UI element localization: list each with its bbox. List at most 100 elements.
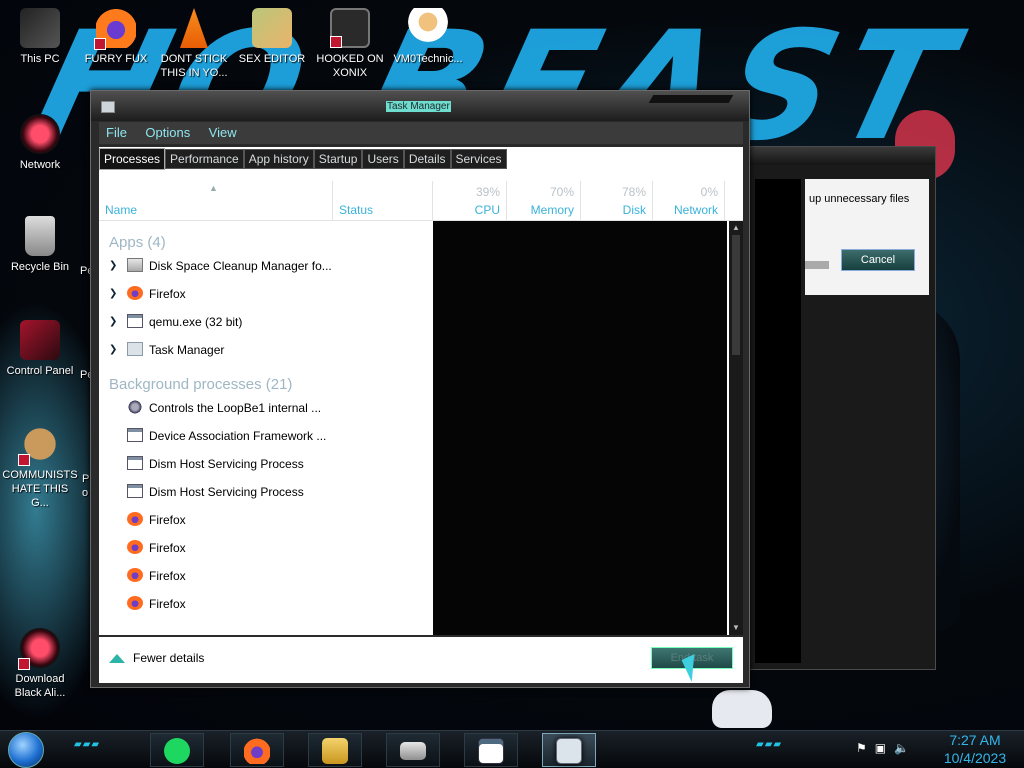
desktop-icon-label: FURRY FUX xyxy=(84,53,148,65)
desktop-icon-network[interactable]: Network xyxy=(2,114,78,172)
desktop-icon-control-panel[interactable]: Control Panel xyxy=(2,320,78,378)
tab-details[interactable]: Details xyxy=(403,149,451,169)
column-name[interactable]: ▲ Name xyxy=(99,181,333,221)
money-bag-icon xyxy=(18,424,60,466)
taskbar-qemu[interactable] xyxy=(464,733,518,767)
window-app-icon xyxy=(127,428,143,442)
tab-startup[interactable]: Startup xyxy=(313,149,363,169)
desktop-icon-hooked-on-xonix[interactable]: HOOKED ON XONIX xyxy=(312,8,388,80)
taskbar-firefox[interactable] xyxy=(230,733,284,767)
taskbar-notes[interactable] xyxy=(150,733,204,767)
volume-icon[interactable]: 🔈 xyxy=(894,741,909,755)
task-manager-titlebar[interactable]: Task Manager xyxy=(91,91,749,121)
desktop-icon-sex-editor[interactable]: SEX EDITOR xyxy=(234,8,310,66)
desktop-icon-vm0technic[interactable]: VM0Technic... xyxy=(390,8,466,66)
desktop-icon-label: DONT STICK THIS IN YO... xyxy=(160,53,228,79)
process-name: Firefox xyxy=(149,597,186,611)
task-manager-window: Task Manager File Options View Processes… xyxy=(90,90,750,688)
desktop-icon-furry-fux[interactable]: FURRY FUX xyxy=(78,8,154,66)
tab-processes[interactable]: Processes xyxy=(99,148,166,170)
column-network[interactable]: 0% Network xyxy=(653,181,725,221)
column-disk-label: Disk xyxy=(622,203,646,217)
process-name: Firefox xyxy=(149,287,186,301)
disk-cleanup-icon xyxy=(127,258,143,272)
disk-percent: 78% xyxy=(621,185,646,199)
firefox-icon xyxy=(127,286,143,300)
firefox-icon xyxy=(244,738,270,764)
column-cpu[interactable]: 39% CPU xyxy=(433,181,507,221)
taskbar-clock[interactable]: 7:27 AM 10/4/2023 xyxy=(934,731,1016,767)
taskbar: ▰▰▰ ▰▰▰ ⚑ ▣ 🔈 7:27 AM 10/4/2023 xyxy=(0,730,1024,768)
folder-icon xyxy=(322,738,348,764)
expand-chevron-icon[interactable]: ❯ xyxy=(109,316,117,327)
scroll-down-icon[interactable]: ▼ xyxy=(731,623,741,633)
loopbe-icon xyxy=(127,400,143,414)
fewer-details-link[interactable]: Fewer details xyxy=(109,651,204,665)
flag-icon[interactable]: ⚑ xyxy=(856,741,867,755)
expand-chevron-icon[interactable]: ❯ xyxy=(109,260,117,271)
tab-app-history[interactable]: App history xyxy=(243,149,314,169)
cancel-button[interactable]: Cancel xyxy=(841,249,915,271)
desktop-icon-download[interactable]: Download Black Ali... xyxy=(2,628,78,700)
window-app-icon xyxy=(127,314,143,328)
menu-bar: File Options View xyxy=(99,122,743,144)
tab-services[interactable]: Services xyxy=(450,149,507,169)
vlc-cone-icon xyxy=(180,8,208,48)
clock-date: 10/4/2023 xyxy=(943,750,1007,766)
network-status-icon[interactable]: ▣ xyxy=(875,741,886,755)
network-percent: 0% xyxy=(700,185,718,199)
window-app-icon xyxy=(127,484,143,498)
tab-performance[interactable]: Performance xyxy=(165,149,244,169)
process-name: Dism Host Servicing Process xyxy=(149,485,304,499)
xonix-icon xyxy=(330,8,370,48)
taskbar-disk-cleanup[interactable] xyxy=(386,733,440,767)
scrollbar-thumb[interactable] xyxy=(732,235,740,355)
desktop-icon-label: Recycle Bin xyxy=(10,261,70,273)
network-icon xyxy=(20,114,60,154)
column-disk[interactable]: 78% Disk xyxy=(581,181,653,221)
firefox-icon xyxy=(127,596,143,610)
taskbar-file-explorer[interactable] xyxy=(308,733,362,767)
expand-chevron-icon[interactable]: ❯ xyxy=(109,344,117,355)
process-name: Dism Host Servicing Process xyxy=(149,457,304,471)
process-name: Controls the LoopBe1 internal ... xyxy=(149,401,322,415)
shortcut-badge-icon xyxy=(330,36,342,48)
desktop-icon-label: VM0Technic... xyxy=(393,53,463,65)
tab-bar: Processes Performance App history Startup Us… xyxy=(99,147,743,171)
taskbar-task-manager[interactable] xyxy=(542,733,596,767)
system-tray: ⚑ ▣ 🔈 xyxy=(856,741,917,755)
taskbar-decoration: ▰▰▰ xyxy=(756,739,783,750)
menu-options[interactable]: Options xyxy=(138,122,197,143)
start-button[interactable] xyxy=(8,732,44,768)
doctor-icon xyxy=(408,8,448,48)
process-name: Task Manager xyxy=(149,343,225,357)
shortcut-badge-icon xyxy=(18,454,30,466)
expand-chevron-icon[interactable]: ❯ xyxy=(109,288,117,299)
desktop-icon-dont-stick[interactable]: DONT STICK THIS IN YO... xyxy=(156,8,232,80)
column-name-label: Name xyxy=(105,203,138,217)
task-manager-icon xyxy=(127,342,143,356)
download-app-icon xyxy=(18,628,60,670)
disk-cleanup-titlebar[interactable] xyxy=(749,147,935,165)
firefox-icon xyxy=(127,540,143,554)
process-name: Disk Space Cleanup Manager fo... xyxy=(149,259,332,273)
sort-up-icon: ▲ xyxy=(209,183,218,193)
window-app-icon xyxy=(478,738,504,764)
window-title: Task Manager xyxy=(386,101,451,112)
column-network-label: Network xyxy=(673,203,718,217)
scroll-up-icon[interactable]: ▲ xyxy=(731,223,741,233)
menu-file[interactable]: File xyxy=(99,122,134,143)
disk-cleanup-shadow xyxy=(755,179,801,663)
vertical-scrollbar[interactable]: ▲ ▼ xyxy=(729,221,743,635)
column-status[interactable]: Status xyxy=(333,181,433,221)
desktop-icon-this-pc[interactable]: This PC xyxy=(2,8,78,66)
menu-view[interactable]: View xyxy=(202,122,244,143)
desktop-icon-communists[interactable]: COMMUNISTS HATE THIS G... xyxy=(2,424,78,510)
column-memory[interactable]: 70% Memory xyxy=(507,181,581,221)
control-panel-icon xyxy=(20,320,60,360)
tab-users[interactable]: Users xyxy=(362,149,404,169)
column-memory-label: Memory xyxy=(530,203,574,217)
task-manager-footer: Fewer details End task xyxy=(99,637,743,683)
desktop-icon-recycle-bin[interactable]: Recycle Bin xyxy=(2,216,78,274)
resource-columns-unrendered xyxy=(433,221,727,635)
